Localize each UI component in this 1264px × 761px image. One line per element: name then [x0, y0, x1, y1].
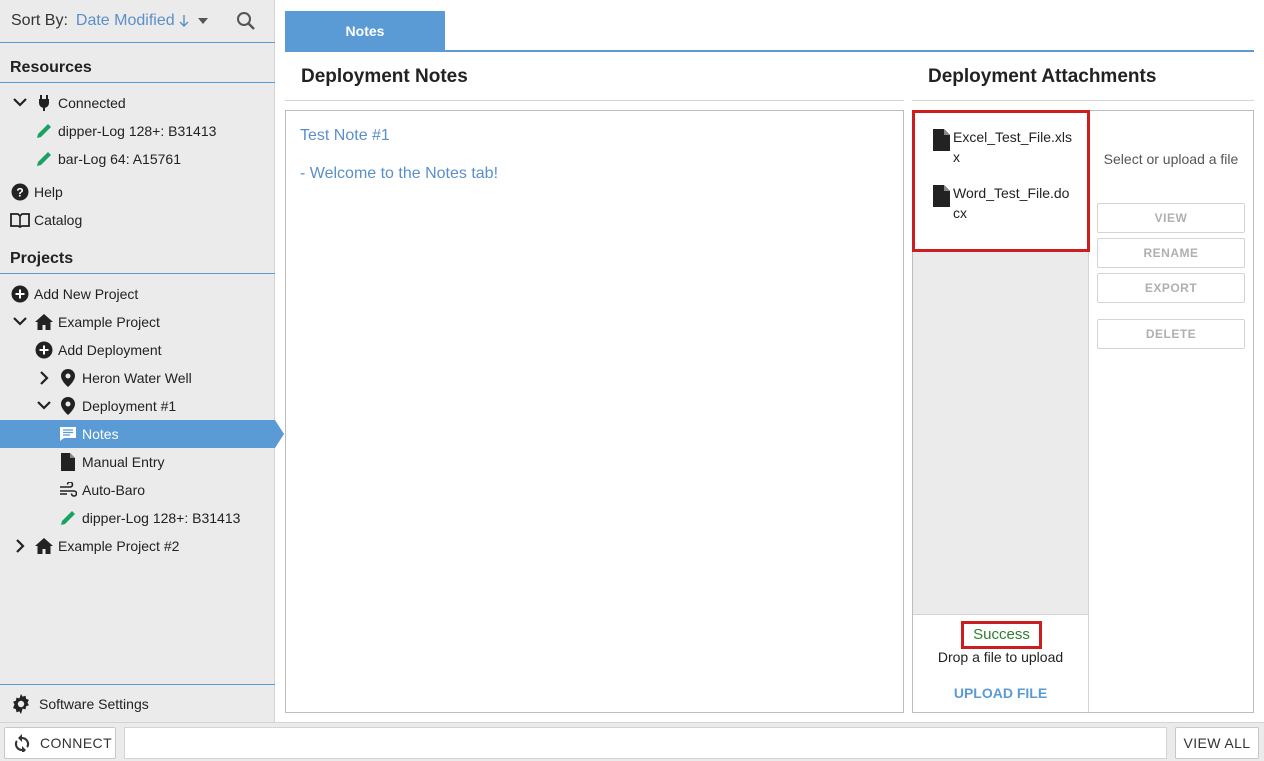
plug-icon: [34, 93, 54, 113]
rename-button[interactable]: RENAME: [1097, 238, 1245, 268]
tree-item-help[interactable]: ? Help: [0, 178, 275, 206]
refresh-icon: [14, 734, 30, 752]
tree-label: Heron Water Well: [82, 370, 192, 386]
file-list: Excel_Test_File.xlsx Word_Test_File.docx: [912, 110, 1090, 252]
note-line: - Welcome to the Notes tab!: [300, 165, 499, 182]
select-hint: Select or upload a file: [1103, 151, 1239, 167]
tree-label: Example Project: [58, 314, 160, 330]
tree-item-dipper-log[interactable]: dipper-Log 128+: B31413: [0, 117, 275, 145]
chevron-right-icon[interactable]: [10, 536, 30, 556]
note-line: Test Note #1: [300, 127, 390, 144]
pencil-icon: [34, 149, 54, 169]
tree-item-catalog[interactable]: Catalog: [0, 206, 275, 234]
tree-item-manual-entry[interactable]: Manual Entry: [0, 448, 275, 476]
tree-item-bar-log[interactable]: bar-Log 64: A15761: [0, 145, 275, 173]
tree-label: Add Deployment: [58, 342, 162, 358]
chevron-down-icon[interactable]: [34, 396, 54, 416]
sort-value[interactable]: Date Modified: [76, 12, 175, 30]
file-actions: Select or upload a file VIEW RENAME EXPO…: [1089, 111, 1253, 712]
sort-bar: Sort By: Date Modified: [0, 0, 275, 43]
tree-label: Auto-Baro: [82, 482, 146, 498]
file-item[interactable]: Excel_Test_File.xlsx: [933, 127, 1083, 167]
file-icon: [58, 452, 78, 472]
tree-label: Connected: [58, 95, 126, 111]
pin-icon: [58, 396, 78, 416]
resources-heading: Resources: [0, 57, 275, 83]
attachments-title: Deployment Attachments: [912, 58, 1254, 101]
file-name: Word_Test_File.docx: [953, 185, 1070, 221]
plus-circle-icon: [10, 284, 30, 304]
tree-item-add-new-project[interactable]: Add New Project: [0, 280, 275, 308]
chevron-right-icon[interactable]: [34, 368, 54, 388]
tree-item-connected[interactable]: Connected: [0, 89, 275, 117]
svg-text:?: ?: [16, 186, 23, 200]
tree-label: Manual Entry: [82, 454, 165, 470]
chevron-down-icon[interactable]: [10, 312, 30, 332]
software-settings-item[interactable]: Software Settings: [0, 684, 275, 722]
notes-title: Deployment Notes: [285, 58, 904, 101]
delete-button[interactable]: DELETE: [1097, 319, 1245, 349]
upload-status: Success: [961, 621, 1042, 649]
upload-file-button[interactable]: UPLOAD FILE: [913, 685, 1088, 701]
help-icon: ?: [10, 182, 30, 202]
pencil-icon: [34, 121, 54, 141]
notes-icon: [58, 424, 78, 444]
chevron-down-icon[interactable]: [10, 93, 30, 113]
tree-label: Catalog: [34, 212, 83, 228]
settings-label: Software Settings: [39, 695, 149, 712]
tab-bar: Notes: [285, 11, 1254, 52]
connect-label: CONNECT: [40, 735, 113, 751]
arrow-down-icon[interactable]: [179, 14, 189, 28]
tree-item-auto-baro[interactable]: Auto-Baro: [0, 476, 275, 504]
pin-icon: [58, 368, 78, 388]
tab-notes[interactable]: Notes: [285, 11, 445, 51]
tree-item-notes[interactable]: Notes: [0, 420, 284, 448]
gear-icon: [11, 693, 31, 714]
drop-text: Drop a file to upload: [937, 649, 1064, 665]
tree-label: Notes: [82, 426, 119, 442]
projects-heading: Projects: [0, 248, 275, 274]
tree-item-heron-water-well[interactable]: Heron Water Well: [0, 364, 275, 392]
file-column: Excel_Test_File.xlsx Word_Test_File.docx…: [912, 110, 1090, 712]
tree-label: Example Project #2: [58, 538, 180, 554]
tree-label: Deployment #1: [82, 398, 177, 414]
tree-label: dipper-Log 128+: B31413: [82, 510, 241, 526]
bottom-bar: CONNECT VIEW ALL: [0, 722, 1264, 761]
tree-item-example-project[interactable]: Example Project: [0, 308, 275, 336]
sort-label: Sort By:: [11, 12, 68, 29]
attachments-panel: Excel_Test_File.xlsx Word_Test_File.docx…: [912, 110, 1254, 713]
file-icon: [933, 129, 950, 151]
file-name: Excel_Test_File.xlsx: [953, 129, 1073, 165]
tree-label: Help: [34, 184, 63, 200]
notes-editor[interactable]: Test Note #1 - Welcome to the Notes tab!: [285, 110, 904, 713]
view-all-button[interactable]: VIEW ALL: [1175, 727, 1259, 759]
tree-item-example-project-2[interactable]: Example Project #2: [0, 532, 275, 560]
connect-button[interactable]: CONNECT: [4, 727, 116, 759]
tree-item-add-deployment[interactable]: Add Deployment: [0, 336, 275, 364]
wind-icon: [58, 480, 78, 500]
book-icon: [10, 210, 30, 230]
status-field: [124, 727, 1167, 759]
view-button[interactable]: VIEW: [1097, 203, 1245, 233]
tree-label: bar-Log 64: A15761: [58, 151, 181, 167]
tree-item-deployment-logger[interactable]: dipper-Log 128+: B31413: [0, 504, 275, 532]
pencil-icon: [58, 508, 78, 528]
home-icon: [34, 312, 54, 332]
tree-label: Add New Project: [34, 286, 139, 302]
tree-item-deployment-1[interactable]: Deployment #1: [0, 392, 275, 420]
home-icon: [34, 536, 54, 556]
sidebar: Sort By: Date Modified Resources Connect…: [0, 0, 284, 722]
export-button[interactable]: EXPORT: [1097, 273, 1245, 303]
file-icon: [933, 185, 950, 207]
file-item[interactable]: Word_Test_File.docx: [933, 183, 1083, 223]
caret-down-icon[interactable]: [197, 18, 208, 24]
drop-zone[interactable]: Success Drop a file to upload UPLOAD FIL…: [913, 614, 1088, 712]
plus-circle-icon: [34, 340, 54, 360]
search-icon[interactable]: [236, 11, 256, 31]
tree-label: dipper-Log 128+: B31413: [58, 123, 217, 139]
